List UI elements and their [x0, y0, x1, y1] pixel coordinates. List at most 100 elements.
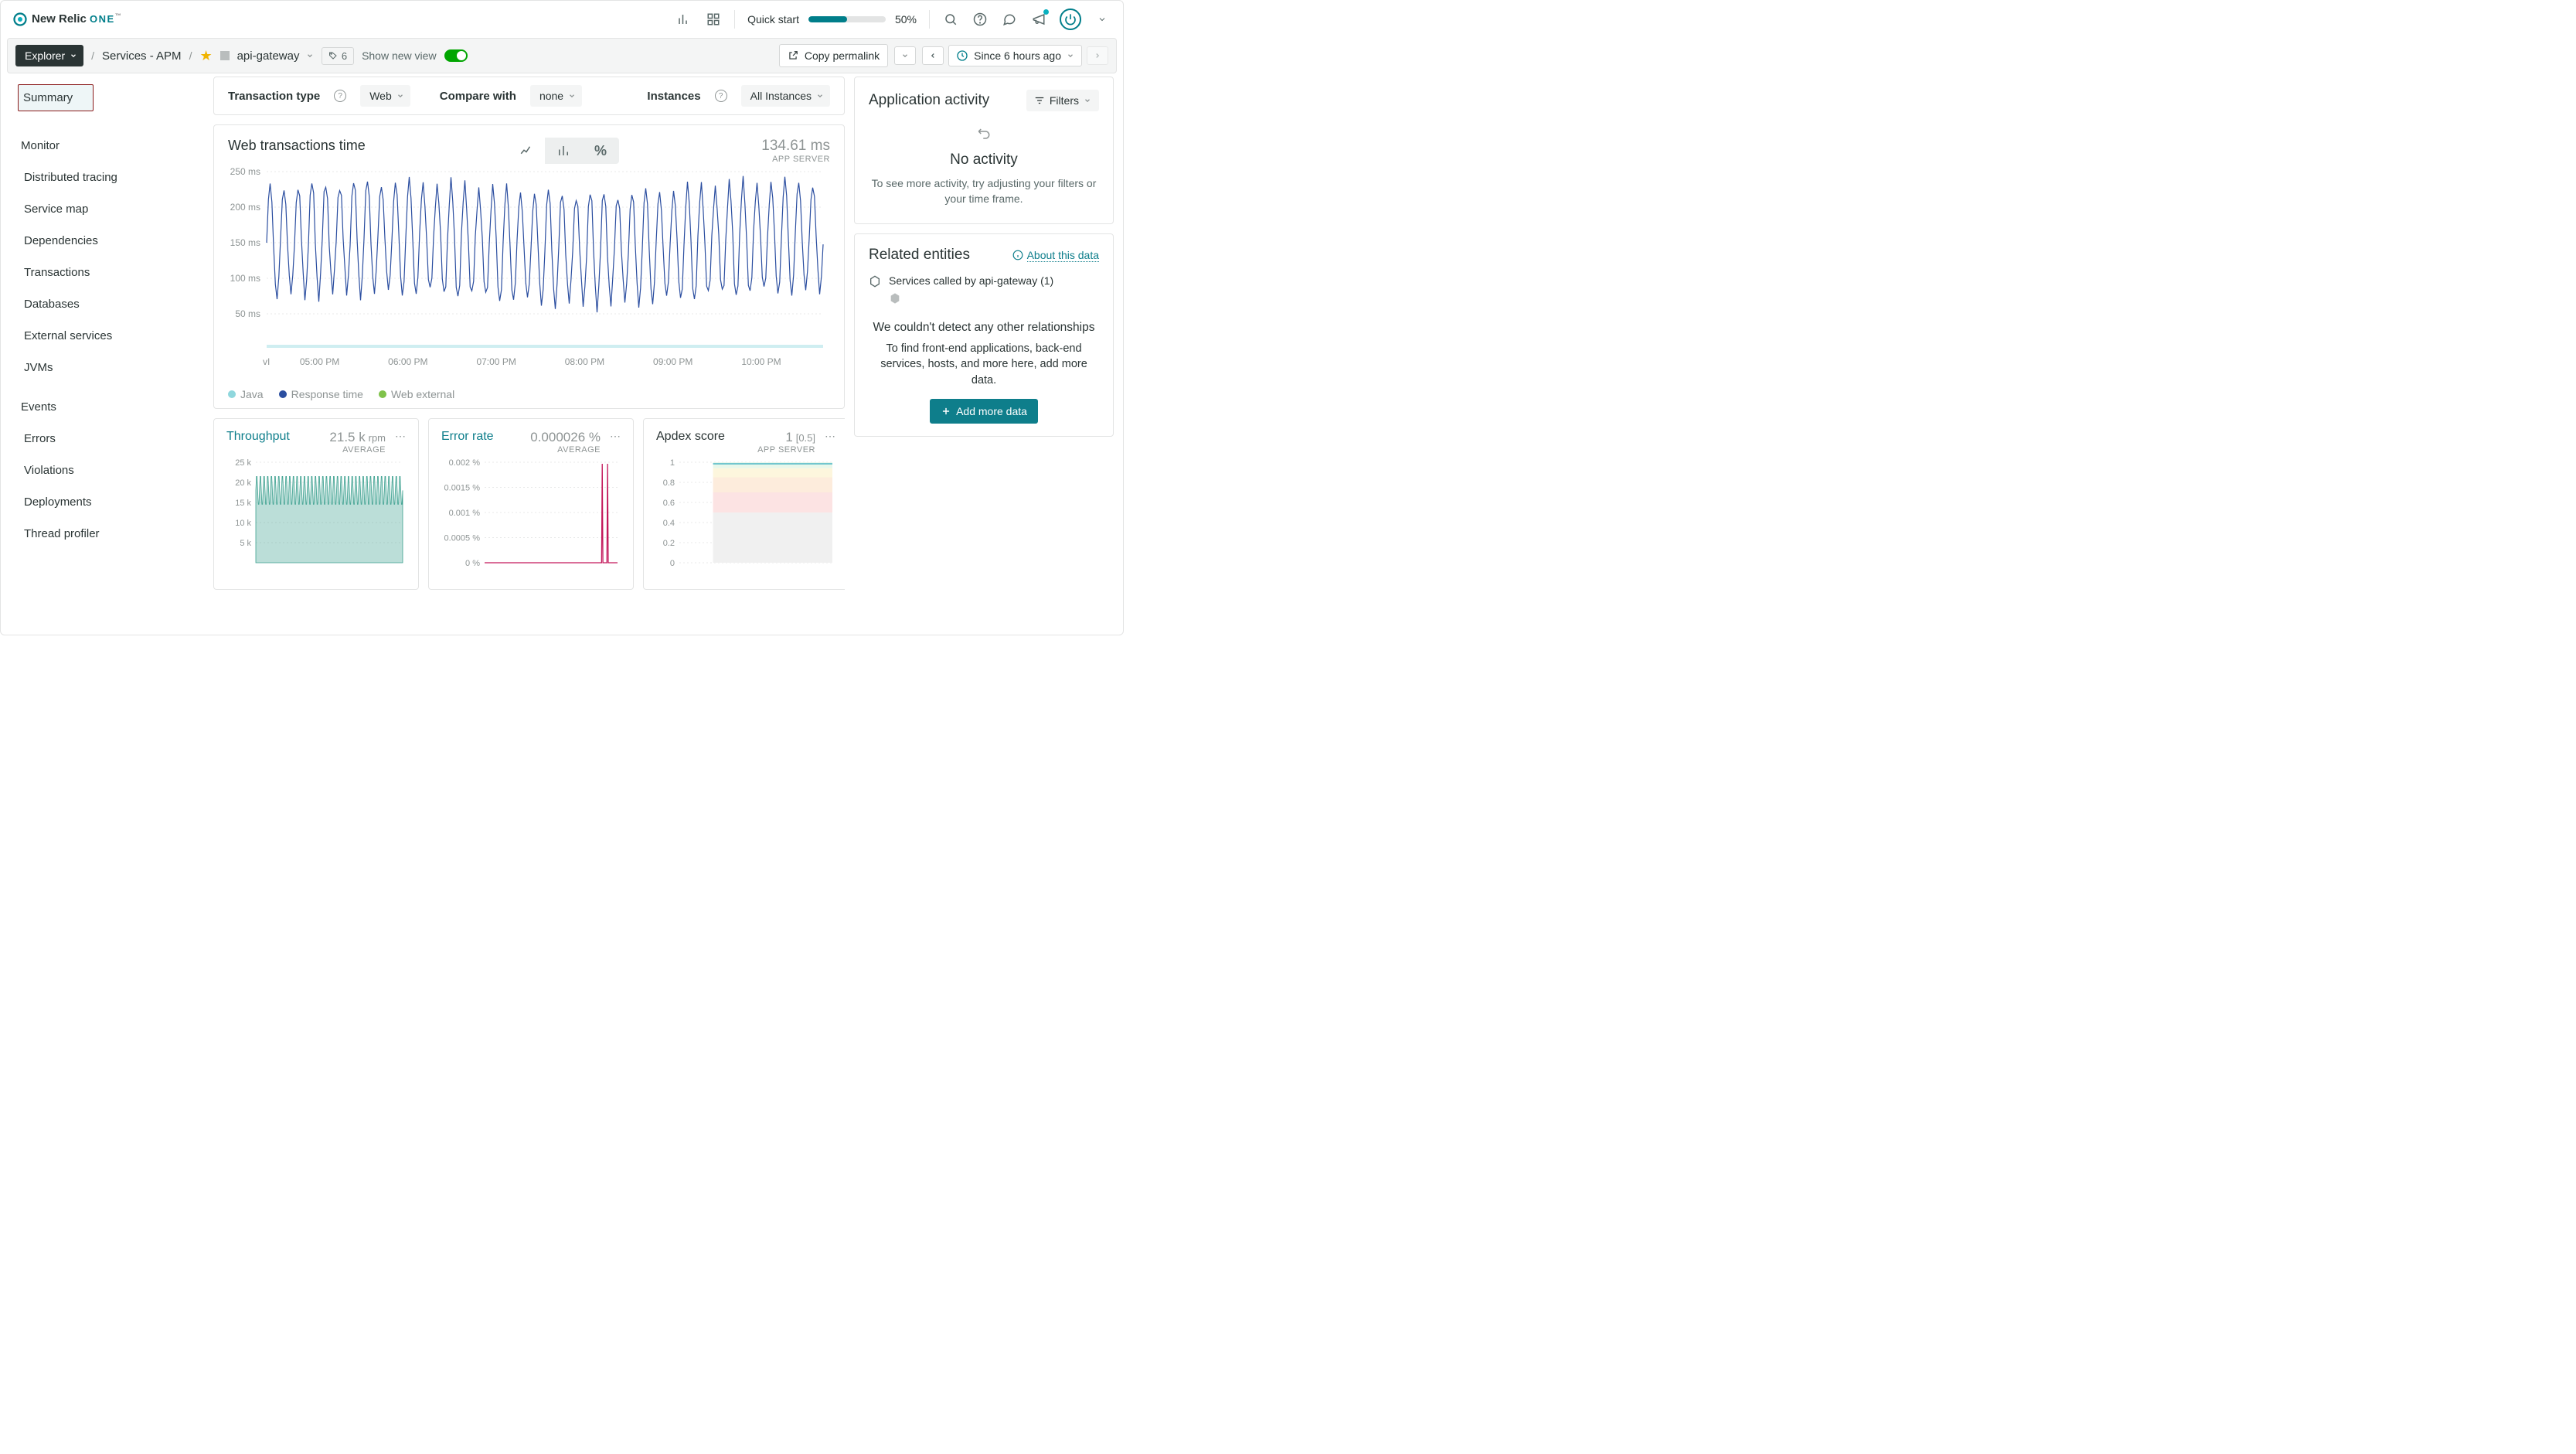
- svg-text:100 ms: 100 ms: [230, 273, 260, 284]
- apdex-title: Apdex score: [656, 430, 725, 444]
- help-icon[interactable]: ?: [334, 90, 346, 102]
- sidebar-item-summary[interactable]: Summary: [18, 84, 94, 111]
- quick-start-percent: 50%: [895, 13, 917, 26]
- svg-text:07:00 PM: 07:00 PM: [476, 356, 516, 367]
- chevron-right-icon: [1094, 52, 1101, 60]
- global-header: New Relic ONE™ Quick start 50%: [1, 1, 1123, 38]
- sidebar-item-databases[interactable]: Databases: [1, 288, 213, 320]
- feedback-icon[interactable]: [1001, 11, 1018, 28]
- sidebar-item-distributed-tracing[interactable]: Distributed tracing: [1, 162, 213, 193]
- plus-icon: [941, 406, 951, 417]
- sidebar-item-thread-profiler[interactable]: Thread profiler: [1, 518, 213, 550]
- brand[interactable]: New Relic ONE™: [13, 12, 121, 26]
- svg-text:20 k: 20 k: [235, 478, 251, 488]
- chevron-down-icon: [70, 52, 77, 60]
- services-called-row[interactable]: Services called by api-gateway (1): [869, 274, 1099, 305]
- sidebar-item-service-map[interactable]: Service map: [1, 193, 213, 225]
- more-menu-icon[interactable]: ⋯: [386, 430, 406, 443]
- sidebar-item-external-services[interactable]: External services: [1, 320, 213, 352]
- seg-percent-button[interactable]: %: [582, 138, 619, 164]
- help-icon[interactable]: [972, 11, 989, 28]
- web-transactions-chart[interactable]: 50 ms100 ms150 ms200 ms250 msvI05:00 PM0…: [228, 164, 831, 380]
- tags-button[interactable]: 6: [322, 47, 354, 65]
- activity-panel: Application activity Filters No activity…: [854, 77, 1114, 224]
- apps-grid-icon[interactable]: [705, 11, 722, 28]
- chevron-down-icon: [396, 92, 404, 100]
- chart-title: Web transactions time: [228, 138, 366, 154]
- hexagon-icon: [869, 274, 881, 288]
- svg-text:0: 0: [670, 559, 675, 568]
- svg-text:0.002 %: 0.002 %: [449, 458, 481, 468]
- tag-icon: [328, 51, 338, 60]
- hexagon-icon: [889, 291, 901, 305]
- crumb-services[interactable]: Services - APM: [102, 49, 182, 63]
- svg-text:10 k: 10 k: [235, 519, 251, 528]
- legend-java[interactable]: Java: [228, 388, 264, 400]
- svg-text:50 ms: 50 ms: [235, 308, 260, 319]
- seg-bar-icon[interactable]: [545, 138, 582, 164]
- more-menu-icon[interactable]: ⋯: [601, 430, 621, 443]
- sidebar-item-violations[interactable]: Violations: [1, 455, 213, 486]
- error-rate-card: Error rate 0.000026 %AVERAGE ⋯ 0 %0.0005…: [428, 418, 634, 590]
- related-title: Related entities: [869, 247, 970, 264]
- favorite-star-icon[interactable]: ★: [199, 48, 212, 64]
- search-icon[interactable]: [942, 11, 959, 28]
- error-rate-chart[interactable]: 0 %0.0005 %0.001 %0.0015 %0.002 %: [441, 455, 621, 578]
- sidebar-item-jvms[interactable]: JVMs: [1, 352, 213, 383]
- web-transactions-chart-card: Web transactions time % 134.61 ms APP SE…: [213, 124, 845, 409]
- time-picker-button[interactable]: Since 6 hours ago: [948, 45, 1082, 66]
- left-nav: Summary Monitor Distributed tracing Serv…: [1, 77, 213, 632]
- quick-start-progress[interactable]: Quick start 50%: [747, 13, 917, 26]
- transaction-type-select[interactable]: Web: [360, 85, 410, 107]
- sidebar-item-errors[interactable]: Errors: [1, 423, 213, 455]
- seg-line-icon[interactable]: [508, 138, 545, 164]
- related-entities-panel: Related entities About this data Service…: [854, 233, 1114, 437]
- sidebar-item-dependencies[interactable]: Dependencies: [1, 225, 213, 257]
- brand-text: New Relic ONE™: [32, 12, 121, 26]
- about-data-link[interactable]: About this data: [1012, 249, 1099, 262]
- show-new-view-label: Show new view: [362, 49, 437, 62]
- svg-text:1: 1: [670, 458, 675, 468]
- mini-charts-row: Throughput 21.5 k rpmAVERAGE ⋯ 5 k10 k15…: [213, 418, 845, 590]
- announcement-icon[interactable]: [1030, 11, 1047, 28]
- error-rate-title[interactable]: Error rate: [441, 430, 494, 444]
- svg-text:0.4: 0.4: [663, 519, 675, 528]
- copy-permalink-button[interactable]: Copy permalink: [779, 44, 888, 67]
- chart-icon[interactable]: [675, 11, 692, 28]
- no-detect-body: To find front-end applications, back-end…: [869, 341, 1099, 388]
- legend-web-external[interactable]: Web external: [379, 388, 454, 400]
- compare-with-select[interactable]: none: [530, 85, 582, 107]
- no-activity-body: To see more activity, try adjusting your…: [869, 176, 1099, 206]
- filters-button[interactable]: Filters: [1026, 90, 1099, 111]
- controls-card: Transaction type ? Web Compare with none…: [213, 77, 845, 115]
- compare-with-label: Compare with: [440, 90, 516, 103]
- chevron-left-icon: [929, 52, 937, 60]
- explorer-dropdown[interactable]: Explorer: [15, 45, 83, 66]
- svg-text:05:00 PM: 05:00 PM: [300, 356, 339, 367]
- permalink-dropdown[interactable]: [894, 46, 916, 65]
- apdex-chart[interactable]: 00.20.40.60.81: [656, 455, 835, 578]
- sidebar-item-transactions[interactable]: Transactions: [1, 257, 213, 288]
- chevron-down-icon[interactable]: [1094, 11, 1111, 28]
- svg-text:08:00 PM: 08:00 PM: [565, 356, 604, 367]
- help-icon[interactable]: ?: [715, 90, 727, 102]
- instances-select[interactable]: All Instances: [741, 85, 830, 107]
- activity-title: Application activity: [869, 92, 989, 109]
- time-next-button[interactable]: [1087, 46, 1108, 65]
- svg-text:0.001 %: 0.001 %: [449, 509, 481, 518]
- throughput-title[interactable]: Throughput: [226, 430, 290, 444]
- show-new-view-toggle[interactable]: [444, 49, 468, 62]
- svg-text:150 ms: 150 ms: [230, 237, 260, 248]
- legend-response-time[interactable]: Response time: [279, 388, 363, 400]
- entity-name-dropdown[interactable]: api-gateway: [237, 49, 314, 63]
- sidebar-group-monitor: Monitor: [1, 130, 213, 162]
- time-prev-button[interactable]: [922, 46, 944, 65]
- more-menu-icon[interactable]: ⋯: [815, 430, 835, 443]
- svg-text:vI: vI: [263, 356, 270, 367]
- instances-label: Instances: [647, 90, 700, 103]
- throughput-card: Throughput 21.5 k rpmAVERAGE ⋯ 5 k10 k15…: [213, 418, 419, 590]
- user-menu-button[interactable]: [1060, 9, 1081, 30]
- sidebar-item-deployments[interactable]: Deployments: [1, 486, 213, 518]
- throughput-chart[interactable]: 5 k10 k15 k20 k25 k: [226, 455, 406, 578]
- add-more-data-button[interactable]: Add more data: [930, 399, 1038, 424]
